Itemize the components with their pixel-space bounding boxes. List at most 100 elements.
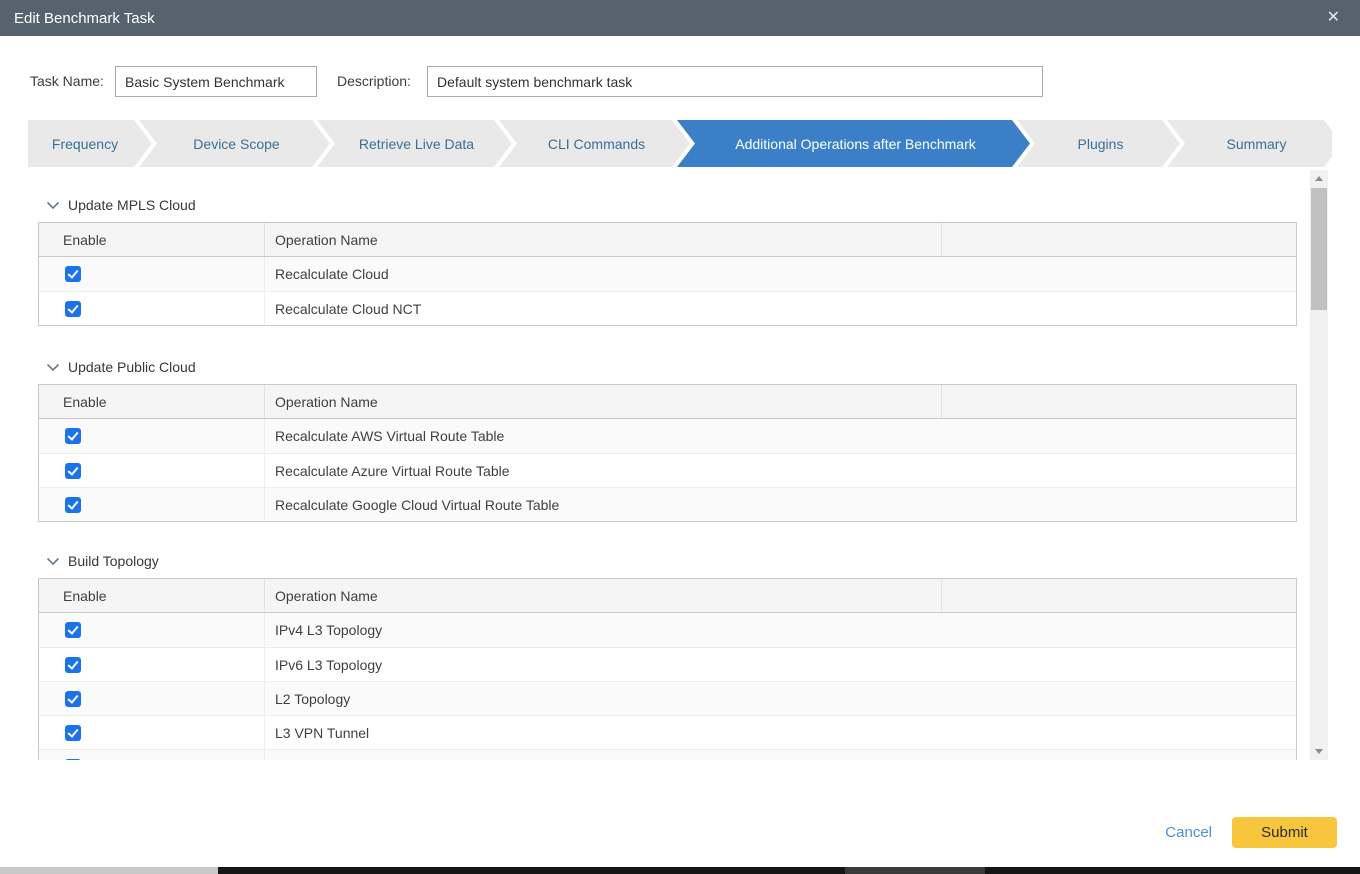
- table-header-row: EnableOperation Name: [39, 579, 1296, 613]
- column-header-empty: [941, 223, 1296, 256]
- section-update-mpls-cloud: Update MPLS CloudEnableOperation NameRec…: [38, 196, 1297, 326]
- table-header-row: EnableOperation Name: [39, 385, 1296, 419]
- column-header-operation-name: Operation Name: [264, 579, 941, 612]
- tab-label: Plugins: [1078, 136, 1124, 152]
- tab-device-scope[interactable]: Device Scope: [139, 120, 330, 167]
- enable-checkbox[interactable]: [65, 428, 81, 444]
- enable-checkbox[interactable]: [65, 691, 81, 707]
- scrollbar-down-button[interactable]: [1310, 743, 1328, 760]
- enable-cell: [39, 716, 264, 749]
- table-row: Recalculate AWS Virtual Route Table: [39, 419, 1296, 453]
- table-row: Recalculate Google Cloud Virtual Route T…: [39, 487, 1296, 521]
- column-header-empty: [941, 385, 1296, 418]
- table-row: L2 Topology: [39, 681, 1296, 715]
- operation-name-cell: Recalculate Cloud: [264, 257, 1296, 291]
- vertical-scrollbar[interactable]: [1310, 170, 1328, 760]
- operations-table: EnableOperation NameRecalculate CloudRec…: [38, 222, 1297, 326]
- chevron-down-icon: [46, 363, 60, 372]
- task-name-field[interactable]: [115, 66, 317, 97]
- enable-checkbox[interactable]: [65, 463, 81, 479]
- enable-checkbox[interactable]: [65, 759, 81, 761]
- content-viewport: Update MPLS CloudEnableOperation NameRec…: [30, 170, 1309, 760]
- operations-table: EnableOperation NameIPv4 L3 TopologyIPv6…: [38, 578, 1297, 760]
- tab-label: Summary: [1227, 136, 1287, 152]
- wizard-tabbar: Frequency Device Scope Retrieve Live Data C…: [28, 120, 1332, 167]
- table-row: Recalculate Azure Virtual Route Table: [39, 453, 1296, 487]
- enable-cell: [39, 454, 264, 487]
- operations-table: EnableOperation NameRecalculate AWS Virt…: [38, 384, 1297, 522]
- enable-checkbox[interactable]: [65, 266, 81, 282]
- enable-checkbox[interactable]: [65, 301, 81, 317]
- enable-checkbox[interactable]: [65, 725, 81, 741]
- enable-cell: [39, 613, 264, 647]
- submit-button[interactable]: Submit: [1232, 817, 1337, 848]
- enable-cell: [39, 292, 264, 325]
- column-header-enable: Enable: [39, 385, 264, 418]
- table-row: Recalculate Cloud NCT: [39, 291, 1296, 325]
- tab-summary[interactable]: Summary: [1167, 120, 1332, 167]
- column-header-operation-name: Operation Name: [264, 223, 941, 256]
- section-title: Update MPLS Cloud: [68, 197, 196, 213]
- chevron-down-icon: [46, 557, 60, 566]
- tab-plugins[interactable]: Plugins: [1017, 120, 1180, 167]
- tab-cli-commands[interactable]: CLI Commands: [499, 120, 690, 167]
- section-title: Build Topology: [68, 553, 159, 569]
- tab-frequency[interactable]: Frequency: [28, 120, 152, 167]
- triangle-down-icon: [1315, 749, 1323, 754]
- close-icon[interactable]: ✕: [1321, 6, 1346, 30]
- enable-cell: [39, 648, 264, 681]
- table-row: IPv4 L3 Topology: [39, 613, 1296, 647]
- operation-name-cell: Recalculate Azure Virtual Route Table: [264, 454, 1296, 487]
- tab-additional-operations-after-benchmark[interactable]: Additional Operations after Benchmark: [677, 120, 1030, 167]
- operation-name-cell: Recalculate Google Cloud Virtual Route T…: [264, 488, 1296, 521]
- task-name-label: Task Name:: [30, 73, 104, 89]
- description-field[interactable]: [427, 66, 1043, 97]
- enable-cell: [39, 750, 264, 760]
- tab-label: Additional Operations after Benchmark: [735, 136, 975, 152]
- enable-cell: [39, 257, 264, 291]
- table-row: L3 VPN Tunnel: [39, 715, 1296, 749]
- scrollbar-up-button[interactable]: [1310, 170, 1328, 187]
- tab-retrieve-live-data[interactable]: Retrieve Live Data: [317, 120, 512, 167]
- tab-label: Retrieve Live Data: [359, 136, 474, 152]
- enable-checkbox[interactable]: [65, 657, 81, 673]
- table-row: Recalculate Cloud: [39, 257, 1296, 291]
- column-header-enable: Enable: [39, 579, 264, 612]
- operation-name-cell: Recalculate AWS Virtual Route Table: [264, 419, 1296, 453]
- section-build-topology: Build Topology EnableOperation NameIPv4 L…: [38, 552, 1297, 760]
- description-label: Description:: [337, 73, 411, 89]
- enable-cell: [39, 682, 264, 715]
- section-header-update-mpls-cloud[interactable]: Update MPLS Cloud: [46, 196, 1297, 214]
- column-header-operation-name: Operation Name: [264, 385, 941, 418]
- dialog-titlebar: Edit Benchmark Task ✕: [0, 0, 1360, 36]
- enable-checkbox[interactable]: [65, 622, 81, 638]
- chevron-down-icon: [46, 201, 60, 210]
- background-page-strip: [0, 867, 1360, 874]
- table-row: Logical Topology: [39, 749, 1296, 760]
- section-update-public-cloud: Update Public CloudEnableOperation NameR…: [38, 358, 1297, 522]
- operation-name-cell: Logical Topology: [264, 750, 1296, 760]
- table-row: IPv6 L3 Topology: [39, 647, 1296, 681]
- tab-label: Device Scope: [193, 136, 279, 152]
- operation-name-cell: IPv6 L3 Topology: [264, 648, 1296, 681]
- operation-name-cell: Recalculate Cloud NCT: [264, 292, 1296, 325]
- dialog-title: Edit Benchmark Task: [14, 10, 155, 27]
- column-header-empty: [941, 579, 1296, 612]
- enable-checkbox[interactable]: [65, 497, 81, 513]
- cancel-button[interactable]: Cancel: [1165, 824, 1212, 841]
- column-header-enable: Enable: [39, 223, 264, 256]
- enable-cell: [39, 488, 264, 521]
- operation-name-cell: IPv4 L3 Topology: [264, 613, 1296, 647]
- table-header-row: EnableOperation Name: [39, 223, 1296, 257]
- dialog-footer: Cancel Submit: [1165, 817, 1337, 848]
- tab-label: Frequency: [52, 136, 118, 152]
- enable-cell: [39, 419, 264, 453]
- tab-label: CLI Commands: [548, 136, 645, 152]
- section-header-update-public-cloud[interactable]: Update Public Cloud: [46, 358, 1297, 376]
- task-form-row: Task Name: Description:: [0, 66, 1360, 98]
- section-title: Update Public Cloud: [68, 359, 196, 375]
- operation-name-cell: L3 VPN Tunnel: [264, 716, 1296, 749]
- scrollbar-thumb[interactable]: [1311, 188, 1327, 310]
- section-header-build-topology[interactable]: Build Topology: [46, 552, 1297, 570]
- operation-name-cell: L2 Topology: [264, 682, 1296, 715]
